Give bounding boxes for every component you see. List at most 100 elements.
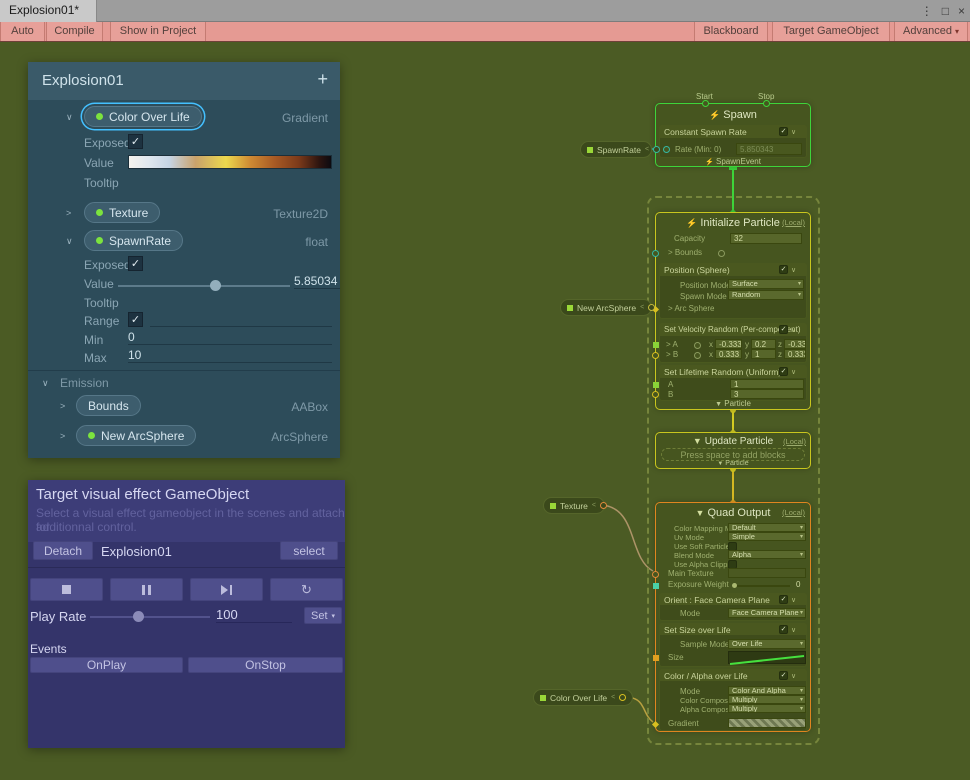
target-gameobject-toggle-button[interactable]: Target GameObject bbox=[772, 22, 890, 41]
param-pill-bounds[interactable]: Bounds bbox=[76, 395, 141, 416]
main-texture-port[interactable] bbox=[652, 571, 659, 578]
color-composition-dropdown[interactable]: Multiply▾ bbox=[728, 695, 806, 704]
lifetime-a-field[interactable]: 1 bbox=[730, 379, 804, 389]
block-enabled-checkbox[interactable]: ✓ bbox=[779, 127, 788, 136]
spawn-context-node[interactable]: Start Stop ⚡Spawn Constant Spawn Rate ✓ … bbox=[655, 103, 811, 167]
param-pill-color-over-life[interactable]: Color Over Life bbox=[84, 106, 202, 127]
quad-output-node[interactable]: ▼Quad Output (Local) Color Mapping Mode … bbox=[655, 502, 811, 732]
block-collapse-icon[interactable]: ∨ bbox=[791, 326, 796, 334]
select-button[interactable]: select bbox=[280, 541, 338, 560]
block-enabled-checkbox[interactable]: ✓ bbox=[779, 265, 788, 274]
play-rate-value-field[interactable]: 100 bbox=[216, 607, 292, 623]
value-slider-handle[interactable] bbox=[210, 280, 221, 291]
value-field[interactable]: 5.85034 bbox=[294, 274, 340, 289]
collapse-icon[interactable]: < bbox=[645, 146, 649, 153]
auto-button[interactable]: Auto bbox=[0, 22, 45, 41]
detach-button[interactable]: Detach bbox=[33, 541, 93, 560]
capacity-field[interactable]: 32 bbox=[730, 233, 802, 244]
velocity-b-z-field[interactable]: 0.333 bbox=[784, 349, 806, 359]
gradient-field[interactable] bbox=[728, 718, 806, 728]
velocity-b-y-field[interactable]: 1 bbox=[751, 349, 776, 359]
param-output-port[interactable] bbox=[619, 694, 626, 701]
space-toggle[interactable]: (Local) bbox=[782, 218, 805, 227]
set-button[interactable]: Set▾ bbox=[304, 607, 342, 624]
chevron-down-icon[interactable]: ∨ bbox=[66, 236, 73, 247]
space-toggle[interactable]: (Local) bbox=[782, 508, 805, 517]
min-field[interactable]: 0 bbox=[128, 330, 332, 345]
value-slider[interactable] bbox=[118, 285, 290, 287]
blend-mode-dropdown[interactable]: Alpha▾ bbox=[728, 550, 806, 559]
asset-tab[interactable]: Explosion01* bbox=[0, 0, 97, 22]
color-mode-dropdown[interactable]: Color And Alpha▾ bbox=[728, 686, 806, 695]
param-node-color-over-life[interactable]: Color Over Life < bbox=[533, 689, 633, 706]
add-parameter-button[interactable]: + bbox=[317, 69, 328, 90]
velocity-a-port[interactable] bbox=[653, 342, 659, 348]
velocity-b-port[interactable] bbox=[652, 352, 659, 359]
block-collapse-icon[interactable]: ∨ bbox=[791, 266, 796, 274]
block-enabled-checkbox[interactable]: ✓ bbox=[779, 367, 788, 376]
chevron-right-icon[interactable]: > bbox=[66, 208, 71, 218]
collapse-icon[interactable]: < bbox=[592, 502, 596, 509]
block-enabled-checkbox[interactable]: ✓ bbox=[779, 325, 788, 334]
kebab-menu-icon[interactable]: ⋮ bbox=[921, 4, 933, 18]
max-field[interactable]: 10 bbox=[128, 348, 332, 363]
play-rate-slider[interactable] bbox=[90, 616, 210, 618]
collapse-icon[interactable]: < bbox=[611, 694, 615, 701]
velocity-a-x-field[interactable]: -0.333 bbox=[715, 339, 742, 349]
start-flow-port[interactable] bbox=[702, 100, 709, 107]
bounds-space-icon[interactable] bbox=[718, 250, 725, 257]
size-port[interactable] bbox=[653, 655, 659, 661]
param-output-port[interactable] bbox=[653, 146, 660, 153]
velocity-space-icon[interactable] bbox=[694, 352, 701, 359]
block-collapse-icon[interactable]: ∨ bbox=[791, 626, 796, 634]
onstop-button[interactable]: OnStop bbox=[188, 657, 343, 673]
blackboard-header[interactable]: Explosion01 + bbox=[28, 62, 340, 100]
orient-mode-dropdown[interactable]: Face Camera Plane▾ bbox=[728, 608, 806, 618]
exposure-slider[interactable] bbox=[732, 585, 790, 587]
lifetime-b-port[interactable] bbox=[652, 391, 659, 398]
chevron-right-icon[interactable]: > bbox=[60, 401, 65, 411]
compile-button[interactable]: Compile bbox=[46, 22, 103, 41]
block-collapse-icon[interactable]: ∨ bbox=[791, 128, 796, 136]
collapse-icon[interactable]: < bbox=[640, 304, 644, 311]
block-enabled-checkbox[interactable]: ✓ bbox=[779, 671, 788, 680]
color-mapping-dropdown[interactable]: Default▾ bbox=[728, 523, 806, 532]
close-icon[interactable]: × bbox=[958, 4, 965, 18]
rate-input-port[interactable] bbox=[663, 146, 670, 153]
velocity-space-icon[interactable] bbox=[694, 342, 701, 349]
space-toggle[interactable]: (Local) bbox=[783, 437, 806, 446]
block-enabled-checkbox[interactable]: ✓ bbox=[779, 595, 788, 604]
exposed-checkbox[interactable]: ✓ bbox=[128, 256, 143, 271]
main-texture-field[interactable] bbox=[728, 568, 806, 578]
position-mode-dropdown[interactable]: Surface▾ bbox=[728, 279, 804, 289]
initialize-particle-node[interactable]: ⚡Initialize Particle (Local) Capacity 32… bbox=[655, 212, 811, 410]
param-output-port[interactable] bbox=[600, 502, 607, 509]
restart-button[interactable]: ↻ bbox=[270, 578, 343, 601]
maximize-icon[interactable]: □ bbox=[942, 4, 949, 18]
param-node-spawnrate[interactable]: SpawnRate < bbox=[580, 141, 652, 158]
param-pill-new-arcsphere[interactable]: New ArcSphere bbox=[76, 425, 196, 446]
param-node-new-arcsphere[interactable]: New ArcSphere < bbox=[560, 299, 652, 316]
exposure-weight-port[interactable] bbox=[653, 583, 659, 589]
step-button[interactable] bbox=[190, 578, 263, 601]
advanced-menu-button[interactable]: Advanced▾ bbox=[894, 22, 968, 41]
rate-value-field[interactable]: 5.850343 bbox=[736, 143, 802, 155]
update-particle-node[interactable]: ▼Update Particle (Local) Press space to … bbox=[655, 432, 811, 469]
blackboard-toggle-button[interactable]: Blackboard bbox=[694, 22, 768, 41]
size-curve-field[interactable] bbox=[728, 651, 806, 664]
chevron-right-icon[interactable]: > bbox=[60, 431, 65, 441]
stop-flow-port[interactable] bbox=[763, 100, 770, 107]
alpha-composition-dropdown[interactable]: Multiply▾ bbox=[728, 704, 806, 713]
exposed-checkbox[interactable]: ✓ bbox=[128, 134, 143, 149]
block-collapse-icon[interactable]: ∨ bbox=[791, 672, 796, 680]
param-node-texture[interactable]: Texture < bbox=[543, 497, 605, 514]
param-pill-spawnrate[interactable]: SpawnRate bbox=[84, 230, 183, 251]
sample-mode-dropdown[interactable]: Over Life▾ bbox=[728, 639, 806, 649]
show-in-project-button[interactable]: Show in Project bbox=[110, 22, 206, 41]
range-checkbox[interactable]: ✓ bbox=[128, 312, 143, 327]
velocity-a-y-field[interactable]: 0.2 bbox=[751, 339, 776, 349]
pause-button[interactable] bbox=[110, 578, 183, 601]
block-collapse-icon[interactable]: ∨ bbox=[791, 368, 796, 376]
velocity-b-x-field[interactable]: 0.333 bbox=[715, 349, 742, 359]
block-enabled-checkbox[interactable]: ✓ bbox=[779, 625, 788, 634]
